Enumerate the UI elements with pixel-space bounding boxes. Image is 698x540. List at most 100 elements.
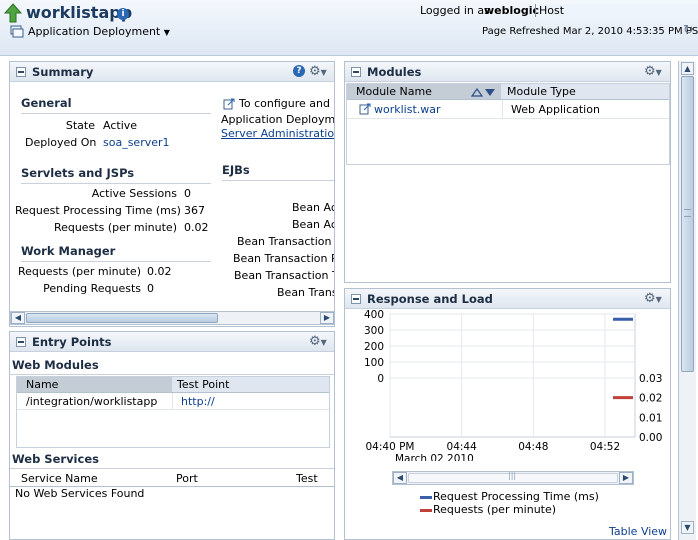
collapse-icon[interactable] xyxy=(16,67,26,77)
page-refreshed: Page Refreshed Mar 2, 2010 4:53:35 PM PS… xyxy=(482,26,698,37)
refresh-icon[interactable]: ↻ xyxy=(683,23,694,38)
scroll-up-icon[interactable]: ▲ xyxy=(681,62,694,75)
logged-in-label: Logged in as xyxy=(420,4,490,17)
scroll-right-icon[interactable]: ▶ xyxy=(320,312,334,324)
deployed-on-link[interactable]: soa_server1 xyxy=(103,136,170,149)
legend-swatch-rpt xyxy=(420,496,432,499)
info-icon[interactable]: i xyxy=(117,8,129,20)
chart-hscrollbar[interactable]: ◀ ||| ▶ xyxy=(392,471,634,485)
scroll-down-icon[interactable]: ▼ xyxy=(681,521,694,534)
test-point-column-header[interactable]: Test Point xyxy=(177,378,229,391)
application-deployment-menu[interactable]: Application Deployment ▼ xyxy=(28,25,170,38)
collapse-icon[interactable] xyxy=(351,67,361,77)
ejb-row: Bean Acc xyxy=(292,201,334,214)
y-right-tick-label: 0.02 xyxy=(639,393,662,405)
ejb-row: Bean Transaction Tim xyxy=(234,269,334,282)
x-tick-label: 04:52 xyxy=(590,441,620,453)
web-services-title: Web Services xyxy=(12,452,99,466)
summary-header: Summary ? ⚙▼ xyxy=(10,62,334,82)
ejb-row: Bean Transaction Rol xyxy=(233,252,334,265)
scroll-grip-icon xyxy=(684,209,691,217)
web-modules-table-header: Name Test Point xyxy=(17,377,329,393)
response-load-panel: Response and Load ⚙▼ 400 300 200 100 0 0.03 0.… xyxy=(344,288,671,540)
legend-label-rpt: Request Processing Time (ms) xyxy=(433,490,599,503)
scroll-right-icon[interactable]: ▶ xyxy=(619,472,633,484)
scroll-thumb[interactable] xyxy=(681,76,694,372)
modules-title: Modules xyxy=(367,65,422,79)
response-load-chart: 400 300 200 100 0 0.03 0.02 0.01 0.00 04:40 PM 04:… xyxy=(364,309,662,461)
help-icon[interactable]: ? xyxy=(293,65,305,77)
state-label: State xyxy=(65,119,95,132)
ejb-row: Bean Transa xyxy=(277,286,334,299)
scroll-thumb[interactable] xyxy=(26,313,218,323)
summary-panel: Summary ? ⚙▼ General State Active Deploy… xyxy=(9,61,335,327)
modules-header: Modules ⚙▼ xyxy=(345,62,670,82)
divider xyxy=(10,468,334,469)
pending-requests-label: Pending Requests xyxy=(43,282,141,295)
state-value: Active xyxy=(103,119,138,132)
table-row: worklist.war Web Application xyxy=(347,100,669,119)
deployment-icon xyxy=(10,25,24,38)
up-arrow-icon[interactable] xyxy=(3,3,23,23)
name-column-header[interactable]: Name xyxy=(26,378,58,391)
pending-requests-value: 0 xyxy=(147,282,154,295)
scroll-left-icon[interactable]: ◀ xyxy=(11,312,25,324)
x-tick-label: 04:44 xyxy=(447,441,478,453)
y-right-tick-label: 0.00 xyxy=(639,432,662,444)
ejb-row: Bean Transaction Co xyxy=(237,235,334,248)
divider xyxy=(10,374,334,375)
cell-divider xyxy=(172,393,173,410)
y-left-tick-label: 200 xyxy=(364,341,384,353)
entry-points-title: Entry Points xyxy=(32,335,112,349)
ejbs-section-title: EJBs xyxy=(222,163,250,177)
gear-icon[interactable]: ⚙▼ xyxy=(309,335,327,350)
module-type-value: Web Application xyxy=(511,103,600,116)
work-manager-section-title: Work Manager xyxy=(21,244,116,258)
collapse-icon[interactable] xyxy=(351,294,361,304)
modules-panel: Modules ⚙▼ Module Name Module Type workl… xyxy=(344,61,671,283)
y-left-tick-label: 0 xyxy=(377,373,384,385)
module-type-column-header[interactable]: Module Type xyxy=(507,85,576,98)
host-link[interactable]: Host xyxy=(539,4,698,19)
response-load-title: Response and Load xyxy=(367,292,493,306)
x-tick-label: 04:48 xyxy=(518,441,548,453)
active-sessions-label: Active Sessions xyxy=(91,187,177,200)
response-load-header: Response and Load ⚙▼ xyxy=(345,289,670,309)
web-modules-title: Web Modules xyxy=(12,358,99,372)
x-sublabel: March 02 2010 xyxy=(395,453,474,461)
active-sessions-value: 0 xyxy=(184,187,191,200)
no-web-services-message: No Web Services Found xyxy=(15,487,145,500)
gear-icon[interactable]: ⚙▼ xyxy=(644,65,662,80)
service-name-column-header[interactable]: Service Name xyxy=(21,472,98,485)
collapse-icon[interactable] xyxy=(16,337,26,347)
port-column-header[interactable]: Port xyxy=(176,472,198,485)
test-column-header[interactable]: Test xyxy=(296,472,318,485)
divider xyxy=(21,261,211,262)
configure-info-line1: To configure and ma xyxy=(239,97,334,110)
table-view-link[interactable]: Table View xyxy=(609,525,667,538)
y-right-tick-label: 0.01 xyxy=(639,412,662,424)
y-left-tick-label: 100 xyxy=(364,357,384,369)
request-processing-time-value: 367 xyxy=(184,204,205,217)
summary-hscrollbar[interactable]: ◀ ▶ xyxy=(10,311,334,325)
sort-descending-icon[interactable] xyxy=(484,87,496,100)
entry-points-panel: Entry Points ⚙▼ Web Modules Name Test Po… xyxy=(9,331,335,540)
scroll-grip-icon: ||| xyxy=(508,471,517,480)
divider xyxy=(222,180,334,181)
sort-ascending-icon[interactable] xyxy=(470,87,484,100)
wm-requests-per-minute-label: Requests (per minute) xyxy=(17,265,141,278)
test-point-link[interactable]: http:// xyxy=(181,395,215,408)
module-icon xyxy=(359,103,371,115)
logged-in-user: weblogic xyxy=(484,4,539,17)
requests-per-minute-value: 0.02 xyxy=(184,221,209,234)
module-name-link[interactable]: worklist.war xyxy=(374,103,441,116)
module-name-column-header[interactable]: Module Name xyxy=(356,85,432,98)
gear-icon[interactable]: ⚙▼ xyxy=(644,292,662,307)
server-admin-console-link[interactable]: Server Administration Co xyxy=(221,127,334,140)
page-vscrollbar[interactable]: ▲ ▼ xyxy=(678,61,696,540)
legend-swatch-rpm xyxy=(420,509,432,512)
gear-icon[interactable]: ⚙▼ xyxy=(309,65,327,80)
chevron-down-icon: ▼ xyxy=(163,28,170,37)
scroll-left-icon[interactable]: ◀ xyxy=(393,472,407,484)
summary-title: Summary xyxy=(32,65,94,79)
